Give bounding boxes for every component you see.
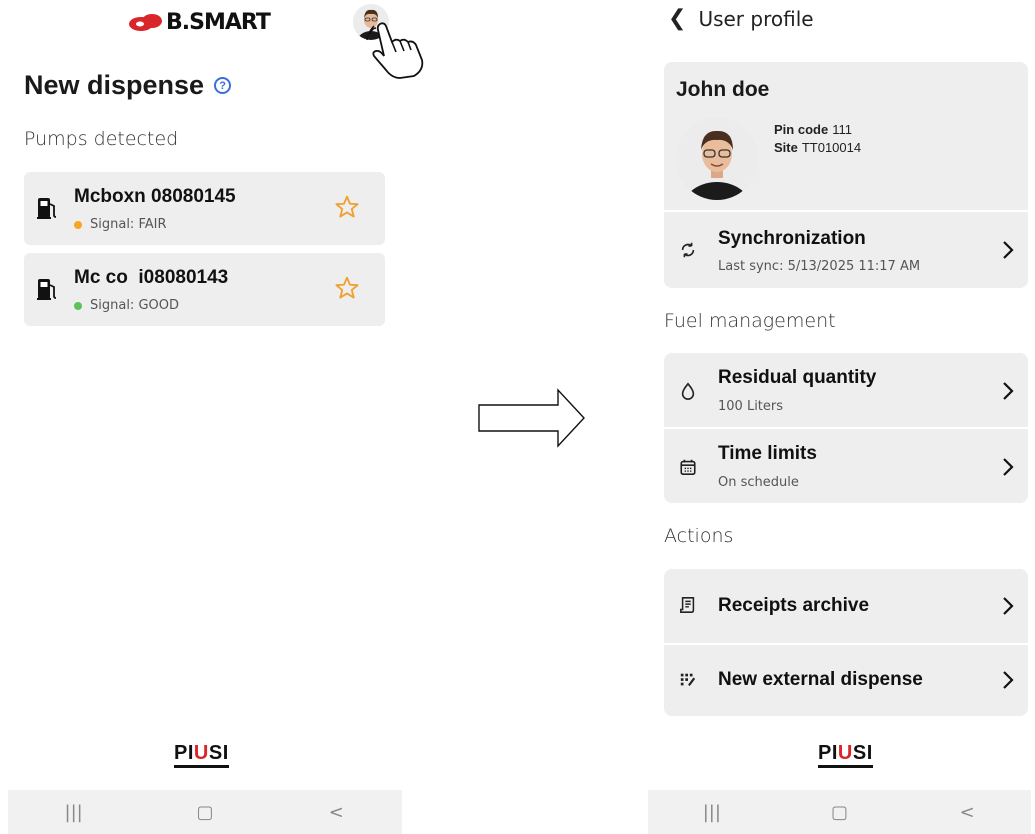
synchronization-row[interactable]: Synchronization Last sync: 5/13/2025 11:…: [664, 212, 1028, 288]
fuel-pump-icon: [37, 279, 57, 300]
pump-signal: Signal: GOOD: [74, 298, 179, 313]
calendar-icon: [678, 457, 698, 477]
site-label: Site: [774, 140, 798, 155]
pump-signal-text: Signal: FAIR: [90, 217, 167, 232]
brand-part: U: [837, 742, 853, 764]
chevron-right-icon: [1003, 382, 1014, 400]
title-row: New dispense ?: [24, 70, 232, 101]
piusi-logo: PIUSI: [818, 742, 873, 768]
profile-avatar: [676, 118, 758, 200]
brand-part: SI: [208, 742, 229, 764]
site-line: Site TT010014: [774, 140, 861, 155]
row-title: Residual quantity: [718, 367, 877, 388]
row-subtitle: 100 Liters: [718, 399, 784, 414]
chevron-right-icon: [1003, 671, 1014, 689]
fuel-pump-icon: [37, 198, 57, 219]
actions-label: Actions: [664, 525, 734, 547]
pin-value: 111: [832, 122, 852, 137]
page-title: New dispense: [24, 70, 205, 100]
screen-title: User profile: [698, 6, 814, 31]
chevron-right-icon: [1003, 241, 1014, 259]
residual-quantity-row[interactable]: Residual quantity 100 Liters: [664, 353, 1028, 427]
row-title: Time limits: [718, 443, 817, 464]
back-button[interactable]: <: [306, 802, 366, 823]
android-nav-bar: ||| ▢ <: [8, 790, 402, 834]
brand-part: PI: [174, 742, 194, 764]
sync-icon: [678, 240, 698, 260]
row-subtitle: On schedule: [718, 475, 799, 490]
pump-signal-text: Signal: GOOD: [90, 298, 179, 313]
recent-apps-button[interactable]: |||: [44, 802, 104, 823]
brand-part: PI: [818, 742, 838, 764]
pump-signal: Signal: FAIR: [74, 217, 167, 232]
drop-icon: [678, 381, 698, 401]
receipts-archive-row[interactable]: Receipts archive: [664, 569, 1028, 643]
pump-card-1[interactable]: Mcboxn 08080145 Signal: FAIR: [24, 172, 385, 245]
bsmart-logo: B.SMART: [128, 8, 271, 36]
profile-card: John doe Pin code 111 Site TT010014: [664, 62, 1028, 210]
row-title: New external dispense: [718, 669, 923, 690]
receipt-icon: [678, 595, 698, 615]
person-avatar-icon: [676, 118, 758, 200]
signal-good-dot-icon: [74, 301, 82, 310]
row-title: Synchronization: [718, 228, 866, 249]
new-dispense-screen: B.SMART New dispense ? Pumps detected Mc…: [0, 0, 424, 834]
bsmart-logo-mark-icon: [129, 14, 162, 31]
fuel-management-label: Fuel management: [664, 310, 836, 332]
android-nav-bar: ||| ▢ <: [648, 790, 1031, 834]
chevron-right-icon: [1003, 597, 1014, 615]
favorite-star-icon[interactable]: [334, 275, 360, 301]
logo-text: B.SMART: [166, 9, 271, 35]
help-icon[interactable]: ?: [214, 77, 232, 94]
row-title: Receipts archive: [718, 595, 870, 616]
pin-code-line: Pin code 111: [774, 122, 852, 137]
home-button[interactable]: ▢: [809, 802, 869, 823]
favorite-star-icon[interactable]: [334, 194, 360, 220]
back-button[interactable]: <: [937, 802, 997, 823]
back-header[interactable]: ❮ User profile: [668, 6, 814, 31]
pin-label: Pin code: [774, 122, 829, 137]
chevron-right-icon: [1003, 458, 1014, 476]
tap-hand-icon: [366, 22, 424, 79]
user-profile-screen: ❮ User profile John doe Pin code 111 Site…: [648, 0, 1035, 834]
brand-part: SI: [852, 742, 873, 764]
row-subtitle: Last sync: 5/13/2025 11:17 AM: [718, 259, 921, 274]
recent-apps-button[interactable]: |||: [682, 802, 742, 823]
pumps-detected-label: Pumps detected: [24, 128, 179, 150]
profile-name: John doe: [676, 78, 770, 101]
chevron-left-icon[interactable]: ❮: [668, 6, 686, 31]
pump-name: Mc co i08080143: [74, 267, 229, 288]
transition-arrow-icon: [478, 388, 585, 448]
signal-fair-dot-icon: [74, 220, 82, 229]
new-external-dispense-row[interactable]: New external dispense: [664, 645, 1028, 716]
piusi-logo: PIUSI: [174, 742, 229, 768]
time-limits-row[interactable]: Time limits On schedule: [664, 429, 1028, 503]
brand-part: U: [193, 742, 209, 764]
pump-card-2[interactable]: Mc co i08080143 Signal: GOOD: [24, 253, 385, 326]
pump-name: Mcboxn 08080145: [74, 186, 236, 207]
site-value: TT010014: [801, 140, 862, 155]
home-button[interactable]: ▢: [175, 802, 235, 823]
barcode-icon: [678, 670, 698, 690]
